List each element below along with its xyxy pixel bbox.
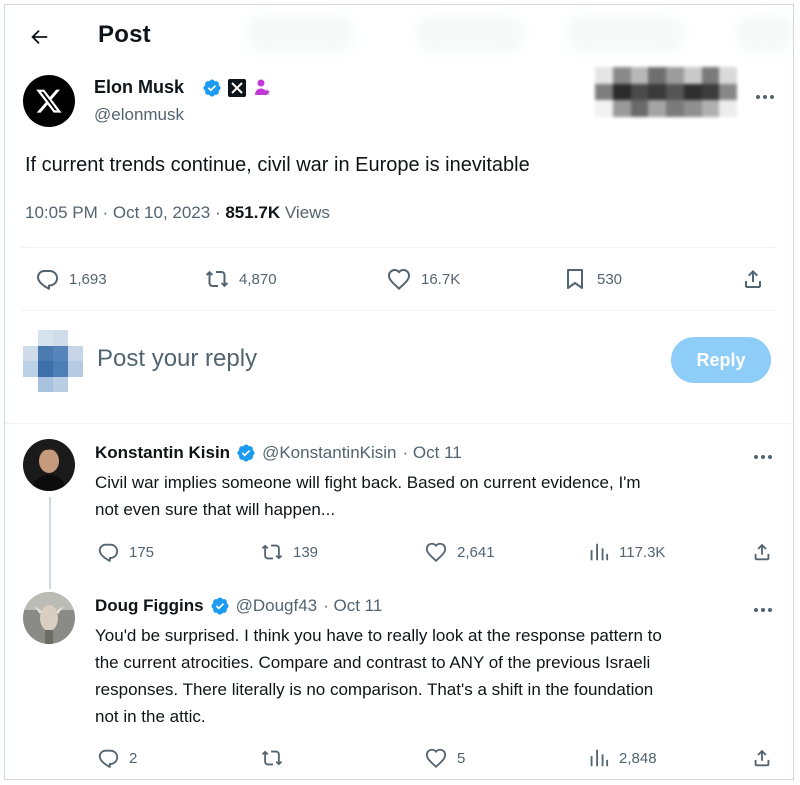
share-icon — [751, 541, 773, 563]
like-icon — [387, 267, 411, 291]
share-action[interactable] — [751, 541, 773, 563]
reply-icon — [97, 747, 119, 769]
reply-date[interactable]: · Oct 11 — [323, 596, 382, 616]
user-affiliate-icon — [255, 79, 270, 95]
views-action[interactable]: 2,848 — [587, 747, 657, 769]
like-action[interactable]: 5 — [425, 747, 465, 769]
x-logo-icon — [36, 89, 62, 113]
reply-text: Civil war implies someone will fight bac… — [95, 469, 785, 523]
like-count: 2,641 — [457, 543, 495, 561]
views-label: Views — [280, 203, 330, 222]
share-action[interactable] — [741, 267, 765, 291]
views-icon — [587, 541, 609, 563]
blurred-header-element — [735, 15, 793, 53]
divider — [5, 423, 793, 424]
views-count: 117.3K — [619, 543, 666, 561]
post-page: Post Elon Musk @elonmusk If current tren… — [4, 4, 794, 780]
verified-badge-icon — [210, 596, 230, 616]
repost-count: 139 — [293, 543, 319, 561]
bookmark-action[interactable]: 530 — [563, 267, 622, 291]
repost-action[interactable] — [261, 747, 293, 769]
reply-action[interactable]: 1,693 — [35, 267, 107, 291]
like-action[interactable]: 16.7K — [387, 267, 460, 291]
avatar-photo — [23, 439, 75, 491]
post-metadata: 10:05 PM · Oct 10, 2023 · 851.7K Views — [25, 203, 330, 223]
reply-text-line: the current atrocities. Compare and cont… — [95, 653, 651, 672]
reply-text-line: Civil war implies someone will fight bac… — [95, 473, 641, 492]
reply-button[interactable]: Reply — [671, 337, 771, 383]
reply-text: You'd be surprised. I think you have to … — [95, 622, 785, 730]
repost-action[interactable]: 139 — [261, 541, 318, 563]
reply-author-handle[interactable]: @Dougf43 — [236, 596, 318, 616]
author-name[interactable]: Elon Musk — [94, 77, 184, 98]
verified-badge-icon — [236, 443, 256, 463]
reply-more-button[interactable] — [749, 447, 777, 467]
pixelated-follow-area — [595, 67, 737, 117]
reply-count: 2 — [129, 749, 138, 767]
reply-more-button[interactable] — [749, 600, 777, 620]
back-arrow-icon — [31, 29, 48, 45]
reply-author-name[interactable]: Konstantin Kisin — [95, 443, 230, 463]
like-icon — [425, 541, 447, 563]
like-action[interactable]: 2,641 — [425, 541, 495, 563]
divider — [21, 247, 777, 248]
post-more-button[interactable] — [751, 87, 779, 107]
repost-icon — [261, 541, 283, 563]
repost-icon — [205, 267, 229, 291]
reply-author-avatar[interactable] — [23, 592, 75, 644]
repost-count: 4,870 — [239, 270, 277, 288]
page-title: Post — [98, 21, 151, 48]
share-action[interactable] — [751, 747, 773, 769]
repost-icon — [261, 747, 283, 769]
views-count: 851.7K — [225, 203, 281, 222]
views-count: 2,848 — [619, 749, 657, 767]
author-badges — [202, 77, 272, 99]
repost-action[interactable]: 4,870 — [205, 267, 277, 291]
reply-action[interactable]: 2 — [97, 747, 137, 769]
divider — [21, 310, 777, 311]
reply-text-line: responses. There literally is no compari… — [95, 680, 654, 699]
reply-count: 1,693 — [69, 270, 107, 288]
reply-icon — [35, 267, 59, 291]
author-avatar[interactable] — [23, 75, 75, 127]
reply-header: Doug Figgins @Dougf43 · Oct 11 — [95, 596, 382, 616]
share-icon — [741, 267, 765, 291]
blurred-header-element — [245, 15, 355, 53]
like-count: 16.7K — [421, 270, 461, 288]
reply-icon — [97, 541, 119, 563]
reply-author-avatar[interactable] — [23, 439, 75, 491]
reply-author-handle[interactable]: @KonstantinKisin — [262, 443, 396, 463]
reply-input[interactable]: Post your reply — [97, 345, 257, 373]
reply-header: Konstantin Kisin @KonstantinKisin · Oct … — [95, 443, 462, 463]
reply-date[interactable]: · Oct 11 — [403, 443, 462, 463]
share-icon — [751, 747, 773, 769]
reply-text-line: You'd be surprised. I think you have to … — [95, 626, 662, 645]
current-user-avatar[interactable] — [23, 330, 83, 392]
reply-author-name[interactable]: Doug Figgins — [95, 596, 204, 616]
bookmark-count: 530 — [597, 270, 623, 288]
bookmark-icon — [563, 267, 587, 291]
back-button[interactable] — [23, 21, 55, 53]
views-icon — [587, 747, 609, 769]
thread-line — [49, 497, 51, 589]
avatar-photo — [23, 592, 75, 644]
views-action[interactable]: 117.3K — [587, 541, 665, 563]
post-time[interactable]: 10:05 PM · Oct 10, 2023 · — [25, 203, 225, 222]
like-icon — [425, 747, 447, 769]
page-header: Post — [5, 5, 793, 69]
author-handle[interactable]: @elonmusk — [94, 105, 184, 125]
blurred-header-element — [565, 15, 685, 53]
post-text: If current trends continue, civil war in… — [25, 154, 530, 176]
reply-action[interactable]: 175 — [97, 541, 154, 563]
verified-badge-icon — [202, 78, 222, 98]
blurred-header-element — [415, 15, 525, 53]
x-affiliate-icon — [228, 79, 246, 97]
like-count: 5 — [457, 749, 466, 767]
reply-count: 175 — [129, 543, 155, 561]
reply-text-line: not even sure that will happen... — [95, 500, 336, 519]
reply-text-line: not in the attic. — [95, 707, 206, 726]
